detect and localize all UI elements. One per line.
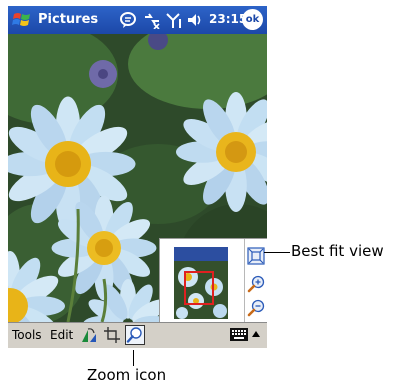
signal-icon[interactable] [165,11,183,29]
best-fit-view-icon[interactable] [247,247,265,265]
picture-view[interactable] [8,34,267,322]
connectivity-icon[interactable] [143,11,161,29]
title-bar: Pictures 23:15 ok [8,6,267,34]
zoom-callout-label: Zoom icon [87,366,167,384]
pocketpc-screen: Pictures 23:15 ok Tools Edit [8,6,267,348]
ok-button[interactable]: ok [242,9,263,30]
menu-edit[interactable]: Edit [50,328,73,342]
input-arrow-icon[interactable] [252,331,260,337]
zoom-out-icon[interactable] [247,299,265,317]
zoom-in-icon[interactable] [247,275,265,293]
messaging-icon[interactable] [119,11,137,29]
rotate-icon[interactable] [80,326,98,344]
app-title: Pictures [38,12,99,27]
windows-start-icon[interactable] [11,9,33,31]
zoom-region-frame[interactable] [184,271,214,305]
panel-divider [244,239,245,322]
volume-icon[interactable] [186,11,204,29]
zoom-icon [126,327,142,343]
best-fit-callout-line [264,252,290,253]
menu-bar: Tools Edit [8,322,267,348]
keyboard-icon[interactable] [230,328,248,341]
menu-tools[interactable]: Tools [12,328,42,342]
thumbnail-preview[interactable] [174,247,228,319]
zoom-button[interactable] [125,325,145,345]
zoom-callout-line [133,350,134,366]
zoom-panel [159,238,267,322]
best-fit-callout-label: Best fit view [291,242,384,260]
crop-icon[interactable] [103,326,121,344]
keyboard-keys [232,330,246,339]
